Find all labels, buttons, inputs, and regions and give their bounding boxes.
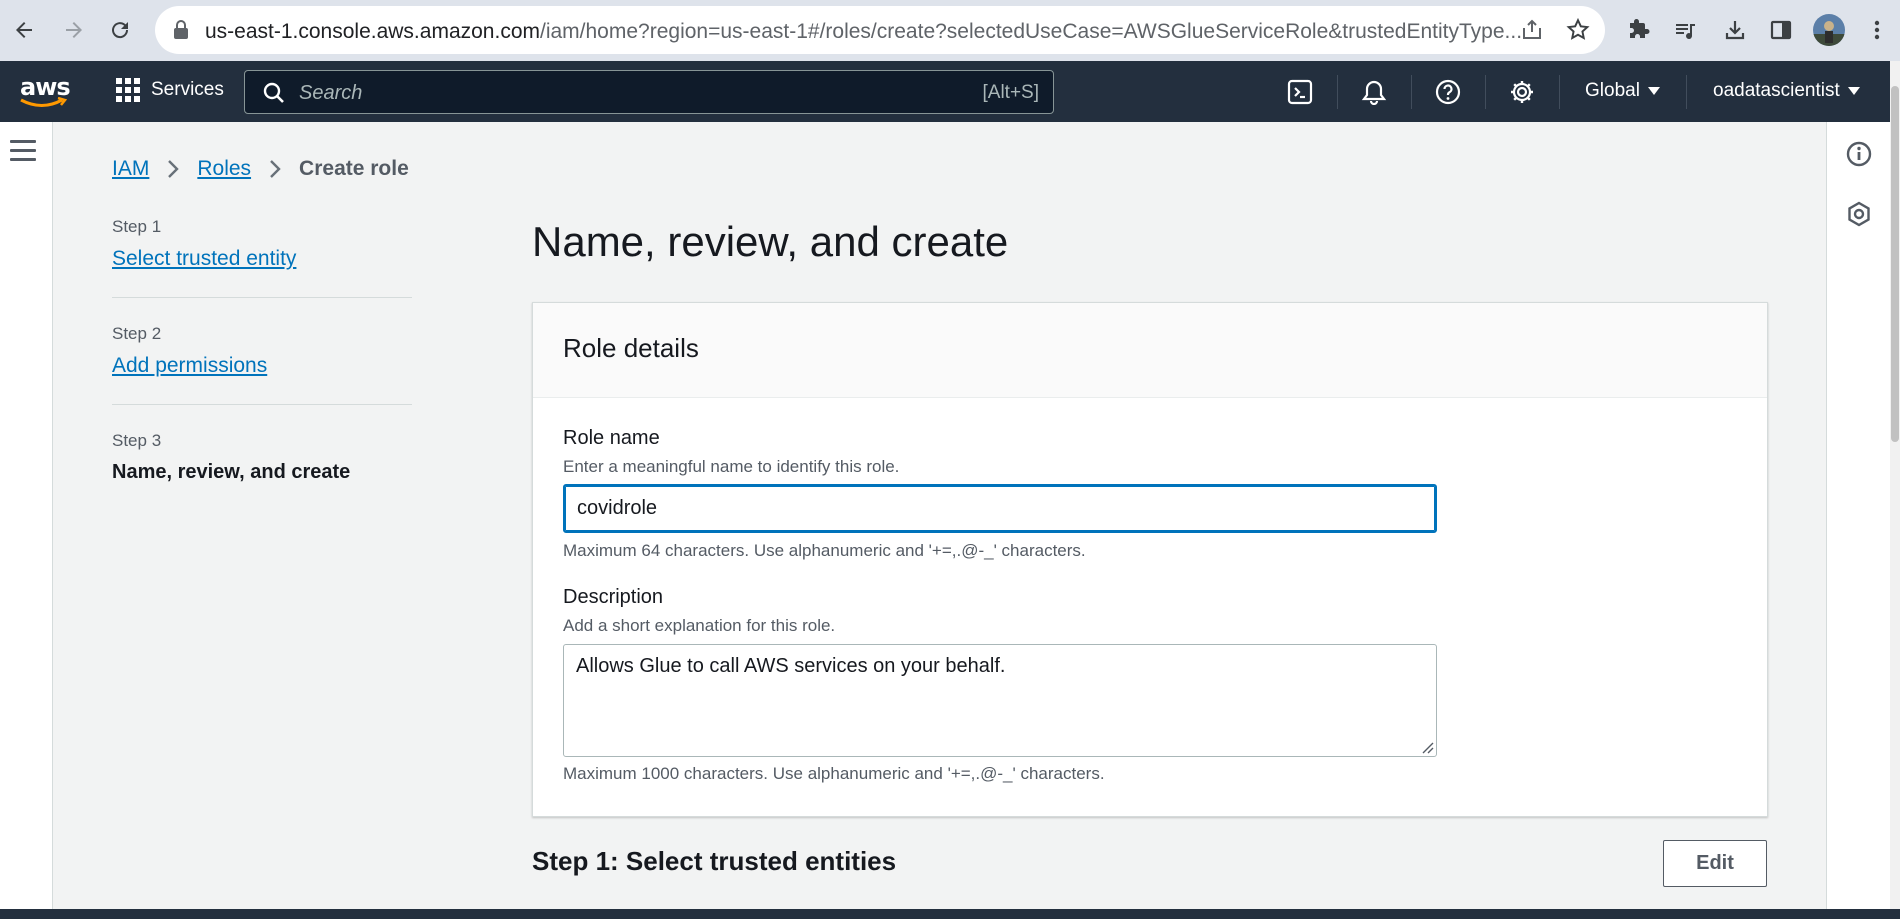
step-number: Step 3 (112, 431, 162, 450)
region-selector[interactable]: Global (1585, 80, 1660, 102)
chevron-right-icon (167, 159, 180, 179)
step-add-permissions-link[interactable]: Add permissions (112, 354, 267, 377)
wizard-step-3: Step 3 Name, review, and create (112, 431, 412, 510)
notifications-bell-icon[interactable] (1358, 76, 1390, 108)
info-icon[interactable] (1845, 140, 1873, 168)
right-tools-rail (1826, 122, 1890, 909)
browser-toolbar: us-east-1.console.aws.amazon.com/iam/hom… (0, 0, 1900, 61)
share-icon[interactable] (1520, 18, 1544, 47)
step-select-trusted-entity-link[interactable]: Select trusted entity (112, 247, 296, 270)
left-nav-rail (0, 122, 53, 909)
region-label: Global (1585, 80, 1640, 101)
search-input[interactable]: Search [Alt+S] (244, 70, 1054, 114)
header-divider (1411, 75, 1412, 109)
download-icon[interactable] (1718, 13, 1752, 47)
aws-logo[interactable]: aws (18, 73, 71, 109)
forward-arrow-icon[interactable] (58, 14, 90, 46)
side-panel-icon[interactable] (1764, 13, 1798, 47)
lock-icon[interactable] (173, 20, 189, 45)
settings-gear-icon[interactable] (1506, 76, 1538, 108)
description-hint: Add a short explanation for this role. (563, 616, 836, 635)
panel-title: Role details (563, 333, 699, 363)
description-constraint: Maximum 1000 characters. Use alphanumeri… (563, 764, 1105, 783)
footer-strip (0, 909, 1900, 919)
breadcrumb-roles-link[interactable]: Roles (197, 157, 251, 181)
trusted-entities-section-title: Step 1: Select trusted entities (532, 846, 897, 876)
url-text: us-east-1.console.aws.amazon.com/iam/hom… (205, 20, 1523, 43)
account-menu[interactable]: oadatascientist (1713, 80, 1860, 102)
help-question-icon[interactable] (1432, 76, 1464, 108)
scrollbar-thumb[interactable] (1891, 86, 1899, 442)
back-arrow-icon[interactable] (8, 14, 40, 46)
search-icon (263, 82, 284, 103)
breadcrumb-current: Create role (299, 157, 409, 180)
cloudshell-icon[interactable] (1284, 76, 1316, 108)
bookmark-star-icon[interactable] (1565, 17, 1591, 48)
grid-icon (116, 78, 140, 102)
browser-menu-icon[interactable] (1860, 13, 1894, 47)
description-textarea[interactable]: Allows Glue to call AWS services on your… (563, 644, 1437, 757)
role-name-value: covidrole (577, 497, 658, 519)
step-number: Step 2 (112, 324, 162, 343)
profile-avatar[interactable] (1812, 13, 1846, 47)
description-value: Allows Glue to call AWS services on your… (576, 655, 1006, 677)
edit-trusted-entities-button[interactable]: Edit (1663, 840, 1767, 887)
role-details-panel: Role details Role name Enter a meaningfu… (532, 302, 1768, 817)
role-name-label: Role name (563, 427, 660, 449)
role-name-input[interactable]: covidrole (563, 484, 1437, 533)
step-number: Step 1 (112, 217, 162, 236)
account-label: oadatascientist (1713, 80, 1840, 101)
extensions-puzzle-icon[interactable] (1622, 13, 1656, 47)
step-current-label: Name, review, and create (112, 461, 351, 483)
services-menu-button[interactable]: Services (115, 77, 224, 103)
wizard-steps: Step 1 Select trusted entity Step 2 Add … (112, 217, 412, 536)
caret-down-icon (1847, 87, 1860, 95)
feedback-hexagon-icon[interactable] (1845, 200, 1873, 228)
wizard-step-2: Step 2 Add permissions (112, 324, 412, 405)
role-name-hint: Enter a meaningful name to identify this… (563, 457, 900, 476)
header-divider (1337, 75, 1338, 109)
role-name-constraint: Maximum 64 characters. Use alphanumeric … (563, 541, 1086, 560)
page-scrollbar[interactable] (1890, 61, 1900, 909)
chevron-right-icon (269, 159, 281, 179)
reload-icon[interactable] (104, 14, 136, 46)
search-placeholder: Search (299, 82, 363, 104)
menu-hamburger-icon[interactable] (10, 140, 36, 166)
services-label: Services (151, 79, 224, 100)
search-shortcut: [Alt+S] (982, 82, 1040, 103)
media-queue-icon[interactable] (1668, 13, 1702, 47)
header-divider (1559, 75, 1560, 109)
panel-header: Role details (533, 303, 1767, 398)
caret-down-icon (1647, 87, 1660, 95)
page-title: Name, review, and create (532, 218, 1009, 265)
resize-grip-icon[interactable] (1422, 742, 1434, 754)
breadcrumb: IAM Roles Create role (112, 157, 409, 181)
address-bar[interactable]: us-east-1.console.aws.amazon.com/iam/hom… (155, 6, 1605, 54)
aws-console-header: aws Services Search [Alt+S] Global oadat… (0, 61, 1890, 122)
breadcrumb-iam-link[interactable]: IAM (112, 157, 149, 181)
aws-smile-icon (20, 97, 68, 107)
header-divider (1686, 75, 1687, 109)
description-label: Description (563, 586, 664, 608)
wizard-step-1: Step 1 Select trusted entity (112, 217, 412, 298)
header-divider (1485, 75, 1486, 109)
